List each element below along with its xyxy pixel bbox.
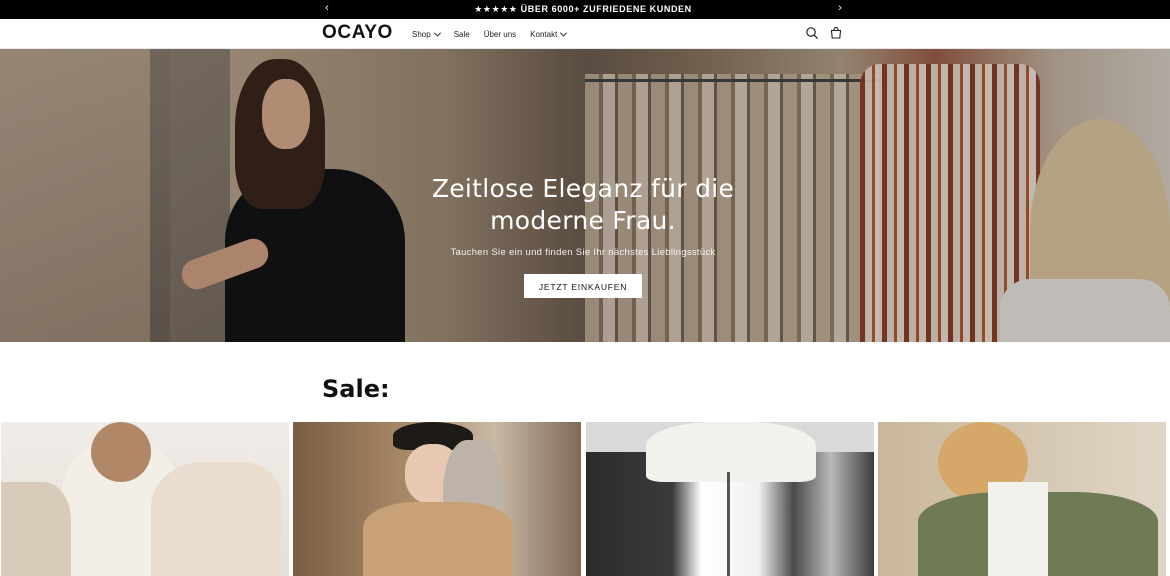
nav-item-label: Shop (412, 29, 431, 39)
shop-now-button[interactable]: JETZT EINKAUFEN (523, 274, 643, 298)
product-image-coat (363, 502, 513, 576)
chevron-down-icon (433, 29, 441, 37)
product-card[interactable] (878, 422, 1166, 576)
product-card[interactable] (586, 422, 874, 576)
search-icon[interactable] (805, 26, 819, 40)
product-card[interactable] (293, 422, 581, 576)
nav-item-label: Kontakt (530, 29, 558, 39)
logo[interactable]: OCAYO (322, 22, 393, 44)
announcement-next-button[interactable]: › (830, 0, 850, 19)
announcement-prev-button[interactable]: ‹ (317, 0, 337, 19)
product-image-coat (151, 462, 281, 576)
product-image-shirt (988, 482, 1048, 576)
nav-item-sale[interactable]: Sale (454, 30, 470, 39)
nav-item-contact[interactable]: Kontakt (530, 29, 568, 39)
hero-content: Zeitlose Eleganz für die moderne Frau. T… (383, 173, 783, 298)
hero-title: Zeitlose Eleganz für die moderne Frau. (431, 174, 735, 235)
product-card[interactable] (1, 422, 289, 576)
hero-banner: Zeitlose Eleganz für die moderne Frau. T… (0, 49, 1170, 342)
product-grid (1, 422, 1167, 576)
announcement-bar: ‹ ★★★★★ ÜBER 6000+ ZUFRIEDENE KUNDEN › (0, 0, 1170, 19)
announcement-message: ★★★★★ ÜBER 6000+ ZUFRIEDENE KUNDEN (474, 4, 692, 14)
sale-heading: Sale: (322, 375, 390, 403)
product-image-hood (646, 422, 816, 482)
chevron-down-icon (560, 29, 568, 37)
hero-subtitle: Tauchen Sie ein und finden Sie Ihr nächs… (450, 247, 716, 258)
main-nav: Shop Sale Über uns Kontakt (412, 19, 580, 49)
product-image-coat-left (1, 482, 71, 576)
nav-item-shop[interactable]: Shop (412, 29, 441, 39)
nav-item-label: Sale (453, 29, 470, 39)
nav-item-about[interactable]: Über uns (484, 30, 516, 39)
product-image-hair (91, 422, 151, 482)
product-image-zipper (727, 472, 730, 576)
site-header: OCAYO Shop Sale Über uns Kontakt (0, 19, 1170, 49)
nav-item-label: Über uns (483, 29, 517, 39)
cart-icon[interactable] (829, 26, 843, 40)
